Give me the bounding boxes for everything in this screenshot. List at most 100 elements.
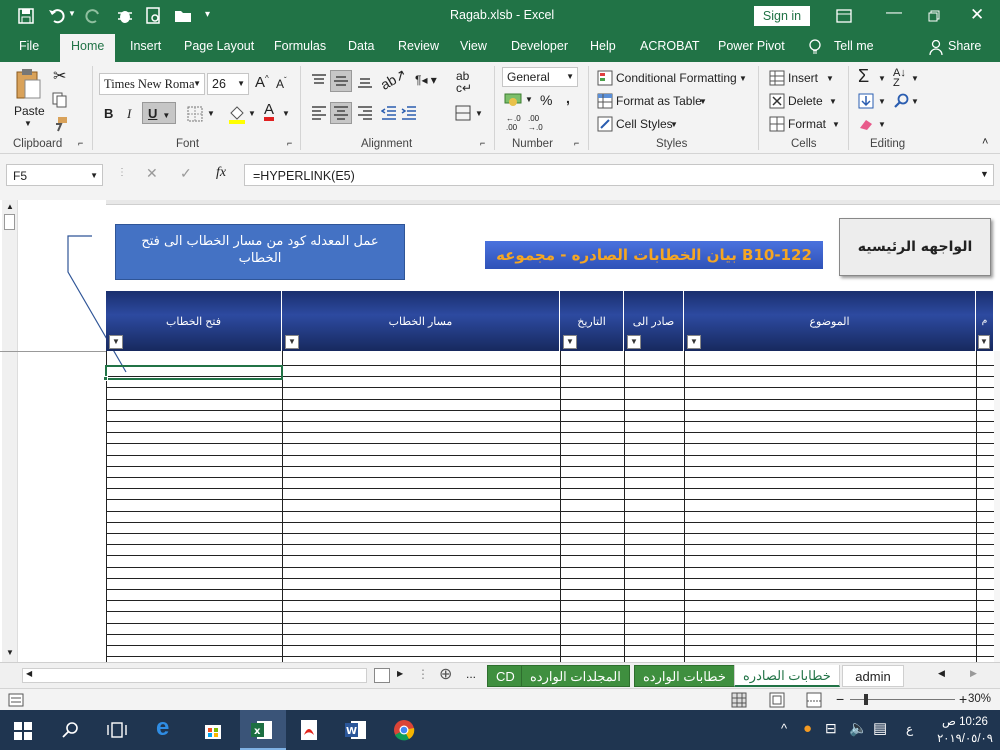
borders-dropdown-icon[interactable]: ▼ bbox=[207, 109, 215, 118]
filter-dropdown-icon[interactable]: ▼ bbox=[627, 335, 641, 349]
merge-dropdown-icon[interactable]: ▼ bbox=[475, 109, 483, 118]
filter-dropdown-icon[interactable]: ▼ bbox=[687, 335, 701, 349]
tab-developer[interactable]: Developer bbox=[511, 39, 568, 53]
table-row[interactable] bbox=[106, 645, 994, 646]
save-icon[interactable] bbox=[18, 8, 34, 24]
collapse-ribbon-icon[interactable]: ˄ bbox=[982, 136, 988, 148]
decrease-indent-icon[interactable] bbox=[381, 106, 397, 120]
borders-icon[interactable] bbox=[187, 106, 203, 122]
insert-cells-icon[interactable] bbox=[769, 70, 785, 86]
tab-power-pivot[interactable]: Power Pivot bbox=[718, 39, 785, 53]
zoom-level[interactable]: 30% bbox=[968, 693, 991, 705]
increase-decimal-icon[interactable]: ←.0.00 bbox=[506, 114, 521, 132]
format-table-dropdown-icon[interactable]: ▼ bbox=[699, 97, 707, 106]
scroll-down-icon[interactable]: ▼ bbox=[6, 648, 14, 657]
fill-color-icon[interactable] bbox=[228, 104, 246, 124]
number-launcher-icon[interactable]: ⌐ bbox=[574, 138, 579, 148]
redo-icon[interactable] bbox=[84, 8, 102, 24]
page-layout-view-icon[interactable] bbox=[769, 692, 785, 708]
scroll-right-icon[interactable]: ▶ bbox=[397, 669, 403, 678]
filter-dropdown-icon[interactable]: ▼ bbox=[109, 335, 123, 349]
sheet-tab-incoming-folders[interactable]: المجلدات الوارده bbox=[521, 665, 630, 687]
sheet-tab-incoming-letters[interactable]: خطابات الوارده bbox=[634, 665, 735, 687]
table-row[interactable] bbox=[106, 410, 994, 411]
conditional-formatting-icon[interactable] bbox=[597, 70, 613, 86]
table-row[interactable] bbox=[106, 499, 994, 500]
table-row[interactable] bbox=[106, 555, 994, 556]
conditional-dropdown-icon[interactable]: ▼ bbox=[739, 74, 747, 83]
align-bottom-icon[interactable] bbox=[357, 74, 373, 88]
table-row[interactable] bbox=[106, 477, 994, 478]
tab-formulas[interactable]: Formulas bbox=[274, 39, 326, 53]
increase-indent-icon[interactable] bbox=[401, 106, 417, 120]
minimize-icon[interactable]: — bbox=[886, 4, 902, 22]
zoom-out-icon[interactable]: − bbox=[836, 691, 844, 707]
autosum-icon[interactable]: Σ bbox=[858, 66, 869, 87]
paste-label[interactable]: Paste bbox=[14, 104, 45, 118]
tab-review[interactable]: Review bbox=[398, 39, 439, 53]
table-row[interactable] bbox=[106, 589, 994, 590]
sort-filter-dropdown-icon[interactable]: ▼ bbox=[911, 74, 919, 83]
delete-cells-icon[interactable] bbox=[769, 93, 785, 109]
format-as-table-button[interactable]: Format as Table bbox=[616, 94, 702, 108]
table-row[interactable] bbox=[106, 600, 994, 601]
zoom-slider-thumb[interactable] bbox=[864, 694, 868, 705]
table-row[interactable] bbox=[106, 634, 994, 635]
vertical-scrollbar[interactable]: ▲ ▼ bbox=[2, 200, 18, 662]
horizontal-scrollbar[interactable]: ◀ bbox=[22, 668, 367, 683]
format-cells-button[interactable]: Format bbox=[788, 117, 826, 131]
tab-file[interactable]: File bbox=[19, 39, 39, 53]
table-row[interactable] bbox=[106, 567, 994, 568]
table-row[interactable] bbox=[106, 578, 994, 579]
chrome-app-icon[interactable] bbox=[393, 719, 415, 741]
notification-icon[interactable]: ▤ bbox=[873, 719, 887, 737]
table-row[interactable] bbox=[106, 488, 994, 489]
undo-icon[interactable] bbox=[48, 8, 66, 24]
restore-icon[interactable] bbox=[928, 10, 940, 22]
wrap-text-icon[interactable]: ab c↵ bbox=[456, 70, 472, 94]
conditional-formatting-button[interactable]: Conditional Formatting bbox=[616, 71, 737, 85]
scroll-thumb-horizontal[interactable] bbox=[374, 668, 390, 683]
show-hidden-icons[interactable]: ^ bbox=[781, 721, 787, 736]
align-top-icon[interactable] bbox=[311, 74, 327, 88]
print-preview-icon[interactable] bbox=[146, 7, 162, 25]
selected-cell[interactable] bbox=[105, 365, 283, 380]
zoom-in-icon[interactable]: + bbox=[959, 691, 967, 707]
table-row[interactable] bbox=[106, 611, 994, 612]
windows-start-icon[interactable] bbox=[14, 722, 32, 740]
find-select-dropdown-icon[interactable]: ▼ bbox=[911, 97, 919, 106]
clear-dropdown-icon[interactable]: ▼ bbox=[878, 120, 886, 129]
paste-icon[interactable] bbox=[14, 68, 42, 100]
insert-cells-button[interactable]: Insert bbox=[788, 71, 818, 85]
accounting-format-icon[interactable] bbox=[504, 93, 522, 107]
cut-icon[interactable]: ✂ bbox=[53, 66, 66, 86]
find-select-icon[interactable] bbox=[893, 93, 909, 109]
clock-date[interactable]: ٢٠١٩/٠٥/٠٩ bbox=[934, 731, 996, 745]
open-folder-icon[interactable] bbox=[174, 8, 192, 23]
autosum-dropdown-icon[interactable]: ▼ bbox=[878, 74, 886, 83]
table-row[interactable] bbox=[106, 533, 994, 534]
font-color-dropdown-icon[interactable]: ▼ bbox=[282, 109, 290, 118]
ribbon-display-icon[interactable] bbox=[836, 9, 852, 23]
tray-app-icon[interactable]: ● bbox=[803, 720, 812, 737]
filter-dropdown-icon[interactable]: ▼ bbox=[978, 335, 990, 349]
percent-button[interactable]: % bbox=[540, 92, 552, 108]
tab-view[interactable]: View bbox=[460, 39, 487, 53]
font-color-icon[interactable]: A bbox=[264, 102, 275, 121]
word-app-icon[interactable]: W bbox=[345, 720, 367, 740]
font-launcher-icon[interactable]: ⌐ bbox=[287, 138, 292, 148]
bold-button[interactable]: B bbox=[104, 106, 113, 121]
close-icon[interactable]: ✕ bbox=[970, 5, 984, 25]
cell-styles-button[interactable]: Cell Styles bbox=[616, 117, 673, 131]
underline-button[interactable]: U ▼ bbox=[142, 102, 176, 124]
number-format-select[interactable]: General ▼ bbox=[502, 67, 578, 87]
align-left-icon[interactable] bbox=[311, 106, 327, 120]
quick-access-more-icon[interactable]: ▾ bbox=[205, 9, 210, 20]
note-callout[interactable]: عمل المعدله كود من مسار الخطاب الى فتح ا… bbox=[115, 224, 405, 280]
alignment-launcher-icon[interactable]: ⌐ bbox=[480, 138, 485, 148]
store-icon[interactable] bbox=[203, 720, 223, 740]
fill-handle[interactable] bbox=[103, 376, 108, 381]
table-row[interactable] bbox=[106, 443, 994, 444]
insert-function-button[interactable]: fx bbox=[216, 165, 226, 181]
tab-data[interactable]: Data bbox=[348, 39, 374, 53]
